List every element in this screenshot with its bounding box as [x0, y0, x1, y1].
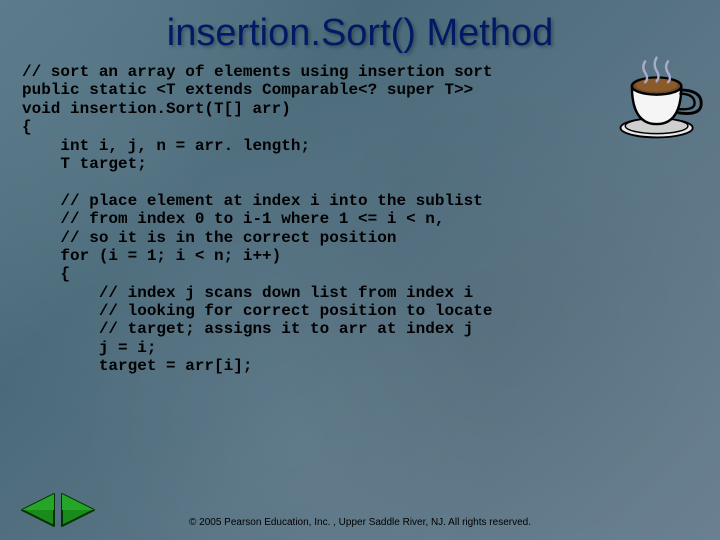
slide-title: insertion.Sort() Method	[0, 0, 720, 63]
code-content: // sort an array of elements using inser…	[0, 63, 720, 376]
next-arrow-icon[interactable]	[58, 490, 102, 530]
prev-arrow-icon[interactable]	[14, 490, 58, 530]
copyright-footer: © 2005 Pearson Education, Inc. , Upper S…	[0, 517, 720, 528]
